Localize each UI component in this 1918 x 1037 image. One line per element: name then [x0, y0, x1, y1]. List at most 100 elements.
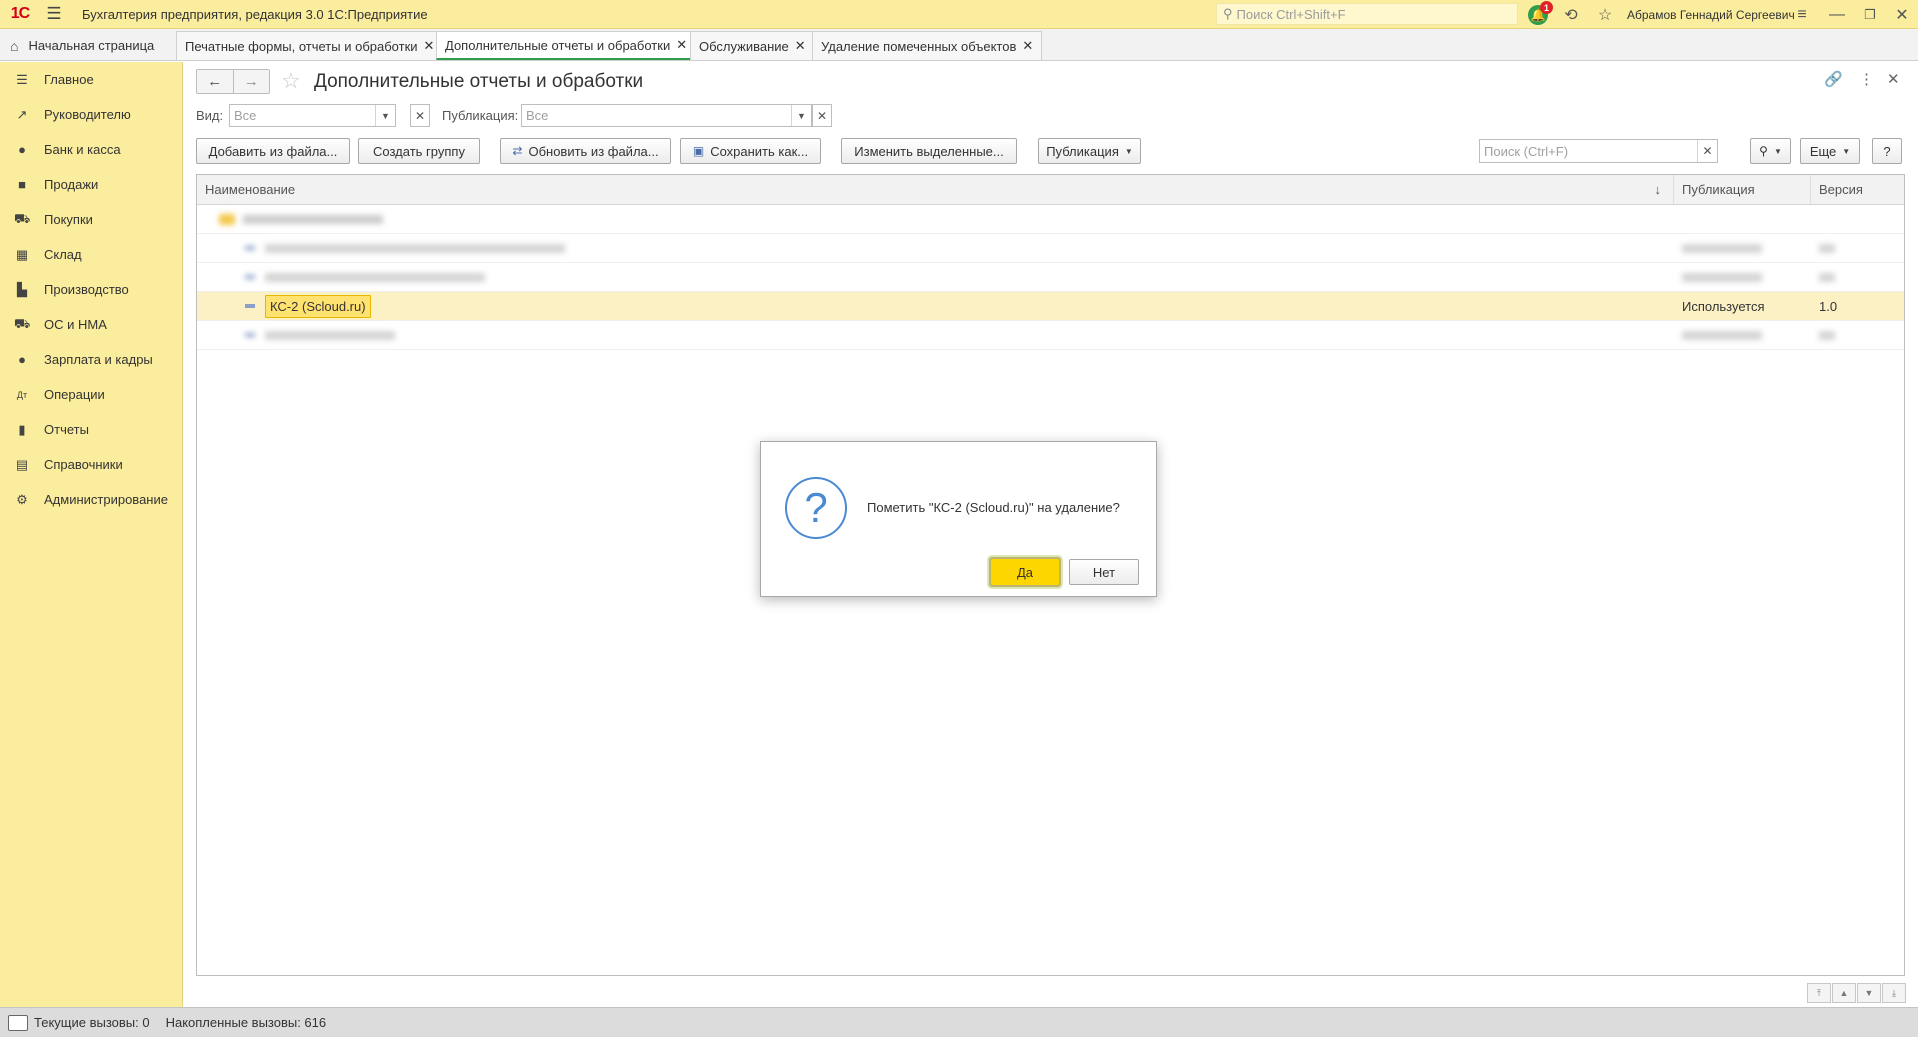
- menu-icon: ☰: [16, 71, 28, 87]
- publication-menu-button[interactable]: Публикация ▼: [1038, 138, 1141, 164]
- tab-additional-reports[interactable]: Дополнительные отчеты и обработки ✕: [436, 31, 697, 60]
- global-search-input[interactable]: ⚲ Поиск Ctrl+Shift+F: [1216, 3, 1518, 25]
- blurred-text: [1682, 330, 1762, 340]
- column-header-version[interactable]: Версия: [1811, 175, 1904, 204]
- search-options-button[interactable]: ⚲ ▼: [1750, 138, 1791, 164]
- sidebar-item-main[interactable]: ☰ Главное: [0, 62, 182, 97]
- sidebar-item-label: Руководителю: [44, 107, 131, 122]
- vid-clear-button[interactable]: ✕: [410, 104, 430, 127]
- table-row-selected[interactable]: КС-2 (Scloud.ru) Используется 1.0: [197, 292, 1904, 321]
- history-icon[interactable]: ⟲: [1558, 0, 1584, 29]
- item-icon: [245, 304, 255, 308]
- sidebar-item-director[interactable]: ↗ Руководителю: [0, 97, 182, 132]
- vid-select[interactable]: Все ▼: [229, 104, 396, 127]
- tab-print-forms[interactable]: Печатные формы, отчеты и обработки ✕: [176, 31, 444, 60]
- selected-row-version: 1.0: [1819, 298, 1838, 314]
- no-button[interactable]: Нет: [1069, 559, 1139, 585]
- current-calls: Текущие вызовы: 0: [34, 1015, 150, 1030]
- global-search-placeholder: Поиск Ctrl+Shift+F: [1236, 6, 1346, 22]
- favorites-star-icon[interactable]: ☆: [1592, 0, 1618, 29]
- column-header-publication[interactable]: Публикация: [1674, 175, 1811, 204]
- button-label: Сохранить как...: [710, 143, 809, 159]
- more-button[interactable]: Еще ▼: [1800, 138, 1860, 164]
- coin-icon: ●: [18, 142, 26, 157]
- truck-icon: ⛟: [14, 315, 31, 331]
- main-menu-icon[interactable]: ☰: [40, 0, 68, 29]
- column-header-name[interactable]: Наименование ↓: [197, 175, 1674, 204]
- sidebar-item-bank[interactable]: ● Банк и касса: [0, 132, 182, 167]
- tab-maintenance[interactable]: Обслуживание ✕: [690, 31, 815, 60]
- dropdown-arrow-icon[interactable]: ▼: [791, 105, 811, 126]
- forward-arrow-icon[interactable]: →: [232, 70, 270, 93]
- sidebar-item-reports[interactable]: ▮ Отчеты: [0, 412, 182, 447]
- close-tab-icon[interactable]: ✕: [676, 37, 687, 53]
- sidebar-item-label: Покупки: [44, 212, 93, 227]
- blurred-text: [265, 330, 395, 340]
- yes-button[interactable]: Да: [989, 557, 1061, 587]
- confirm-delete-dialog: ? Пометить "КС-2 (Scloud.ru)" на удалени…: [760, 441, 1157, 597]
- scroll-top-icon[interactable]: ⤒: [1807, 983, 1831, 1003]
- blurred-text: [1819, 272, 1835, 282]
- table-header: Наименование ↓ Публикация Версия: [197, 175, 1904, 205]
- settings-menu-icon[interactable]: ≡: [1790, 0, 1814, 29]
- home-icon: ⌂: [10, 37, 19, 54]
- help-button[interactable]: ?: [1872, 138, 1902, 164]
- restore-icon[interactable]: ❐: [1857, 0, 1883, 29]
- close-tab-icon[interactable]: ✕: [1022, 38, 1033, 54]
- update-from-file-button[interactable]: ⇄ Обновить из файла...: [500, 138, 671, 164]
- list-search-input[interactable]: Поиск (Ctrl+F) ✕: [1479, 139, 1718, 163]
- tab-home[interactable]: ⌂ Начальная страница: [0, 31, 175, 60]
- add-to-favorites-star-icon[interactable]: ☆: [281, 68, 301, 94]
- close-tab-icon[interactable]: ✕: [795, 38, 806, 54]
- sidebar-item-purchases[interactable]: ⛟ Покупки: [0, 202, 182, 237]
- minimize-icon[interactable]: —: [1824, 0, 1850, 29]
- clear-search-icon[interactable]: ✕: [1697, 140, 1717, 162]
- publication-select[interactable]: Все ▼: [521, 104, 812, 127]
- sidebar-item-sales[interactable]: ■ Продажи: [0, 167, 182, 202]
- create-group-button[interactable]: Создать группу: [358, 138, 480, 164]
- sidebar-item-production[interactable]: ▙ Производство: [0, 272, 182, 307]
- dialog-message: Пометить "КС-2 (Scloud.ru)" на удаление?: [867, 500, 1120, 515]
- notification-badge: 1: [1540, 1, 1553, 14]
- sidebar-item-assets[interactable]: ⛟ ОС и НМА: [0, 307, 182, 342]
- sidebar-item-warehouse[interactable]: ▦ Склад: [0, 237, 182, 272]
- notifications-button[interactable]: 🔔 1: [1524, 0, 1553, 29]
- search-icon: ⚲: [1759, 144, 1768, 158]
- back-arrow-icon[interactable]: ←: [197, 70, 233, 93]
- change-selected-button[interactable]: Изменить выделенные...: [841, 138, 1017, 164]
- sidebar-item-salary[interactable]: ● Зарплата и кадры: [0, 342, 182, 377]
- blurred-text: [1682, 243, 1762, 253]
- table-row[interactable]: [197, 234, 1904, 263]
- dropdown-arrow-icon[interactable]: ▼: [375, 105, 395, 126]
- close-tab-icon[interactable]: ✕: [424, 38, 435, 54]
- publication-clear-button[interactable]: ✕: [812, 104, 832, 127]
- scroll-down-icon[interactable]: ▼: [1857, 983, 1881, 1003]
- close-window-icon[interactable]: ✕: [1889, 0, 1915, 29]
- tab-label: Дополнительные отчеты и обработки: [445, 37, 671, 53]
- sidebar-item-label: Главное: [44, 72, 94, 87]
- table-row[interactable]: [197, 205, 1904, 234]
- publication-value: Все: [526, 108, 549, 123]
- close-form-icon[interactable]: ✕: [1887, 70, 1900, 88]
- tab-label: Обслуживание: [699, 38, 789, 54]
- server-calls-icon[interactable]: [8, 1014, 28, 1031]
- button-label: Публикация: [1046, 143, 1119, 159]
- search-icon: ⚲: [1223, 6, 1233, 21]
- tab-delete-marked[interactable]: Удаление помеченных объектов ✕: [812, 31, 1043, 60]
- sidebar-item-operations[interactable]: Дт Операции: [0, 377, 182, 412]
- table-row[interactable]: [197, 321, 1904, 350]
- more-vertical-icon[interactable]: ⋮: [1859, 70, 1874, 88]
- table-row[interactable]: [197, 263, 1904, 292]
- scroll-bottom-icon[interactable]: ⤓: [1882, 983, 1906, 1003]
- tab-label: Начальная страница: [28, 38, 155, 53]
- 1c-logo-icon[interactable]: 1С: [0, 0, 40, 29]
- add-from-file-button[interactable]: Добавить из файла...: [196, 138, 350, 164]
- selected-row-name[interactable]: КС-2 (Scloud.ru): [265, 294, 371, 318]
- user-name[interactable]: Абрамов Геннадий Сергеевич: [1627, 0, 1795, 29]
- sidebar-item-catalogs[interactable]: ▤ Справочники: [0, 447, 182, 482]
- scroll-up-icon[interactable]: ▲: [1832, 983, 1856, 1003]
- sidebar-item-admin[interactable]: ⚙ Администрирование: [0, 482, 182, 517]
- sections-sidebar: ☰ Главное ↗ Руководителю ● Банк и касса ■ Пр…: [0, 62, 183, 1007]
- save-as-button[interactable]: ▣ Сохранить как...: [680, 138, 821, 164]
- link-icon[interactable]: 🔗: [1824, 70, 1843, 88]
